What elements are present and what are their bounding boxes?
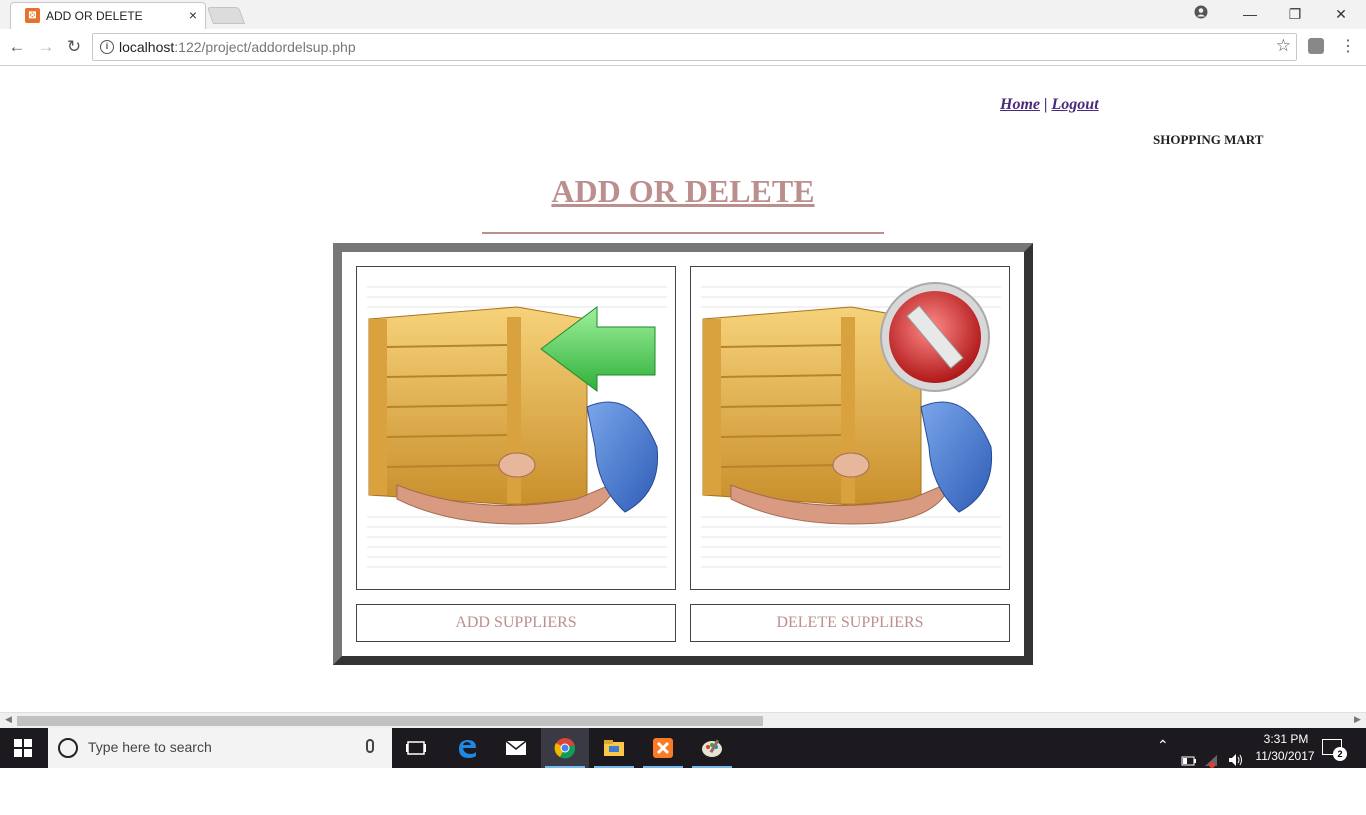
volume-icon[interactable] — [1228, 740, 1244, 780]
add-supplier-card[interactable] — [356, 266, 676, 590]
task-view-icon[interactable] — [392, 728, 440, 768]
close-window-button[interactable]: ✕ — [1330, 4, 1352, 24]
minimize-button[interactable]: — — [1239, 4, 1261, 24]
brand-name: SHOPPING MART — [1153, 132, 1264, 147]
windows-start-icon[interactable] — [14, 739, 32, 757]
back-arrow-icon[interactable]: ← — [6, 36, 28, 58]
xampp-icon[interactable] — [639, 728, 687, 768]
battery-icon[interactable] — [1181, 741, 1197, 781]
notification-count-badge: 2 — [1333, 747, 1347, 761]
clock-time[interactable]: 3:31 PM — [1258, 732, 1314, 746]
supplier-delete-icon — [701, 282, 1001, 568]
new-tab-button[interactable] — [206, 7, 246, 24]
search-placeholder: Type here to search — [88, 739, 212, 755]
microphone-icon[interactable] — [366, 739, 374, 753]
scroll-right-icon[interactable]: ▶ — [1354, 714, 1361, 725]
tab-title: ADD OR DELETE — [46, 9, 143, 23]
cortana-icon — [58, 738, 78, 758]
tab-close-icon[interactable]: × — [189, 7, 197, 23]
mail-icon[interactable] — [492, 728, 540, 768]
file-explorer-icon[interactable] — [590, 728, 638, 768]
paint-icon[interactable] — [688, 728, 736, 768]
reload-icon[interactable]: ↻ — [63, 36, 85, 58]
restore-button[interactable]: ❐ — [1284, 4, 1306, 24]
info-icon[interactable]: i — [100, 40, 114, 54]
taskbar-search[interactable]: Type here to search — [48, 728, 392, 768]
scrollbar-thumb[interactable] — [17, 716, 763, 726]
chrome-menu-icon[interactable]: ⋮ — [1340, 36, 1356, 56]
show-hidden-icons-chevron-icon[interactable]: ⌃ — [1157, 737, 1169, 777]
edge-browser-icon[interactable] — [443, 728, 491, 768]
open-indicator — [643, 766, 683, 768]
horizontal-scrollbar[interactable]: ◀ ▶ — [0, 712, 1366, 728]
profile-icon[interactable] — [1190, 4, 1212, 24]
browser-titlebar: ⊠ ADD OR DELETE × — ❐ ✕ — [0, 0, 1366, 29]
top-nav: Home | Logout — [1000, 96, 1099, 114]
network-icon[interactable] — [1204, 741, 1220, 781]
browser-toolbar: ← → ↻ i localhost:122/project/addordelsu… — [0, 29, 1366, 66]
nav-separator: | — [1044, 96, 1048, 113]
add-suppliers-button[interactable]: ADD SUPPLIERS — [356, 604, 676, 642]
delete-suppliers-button[interactable]: DELETE SUPPLIERS — [690, 604, 1010, 642]
supplier-add-icon — [367, 286, 667, 568]
active-indicator — [545, 766, 585, 768]
page-viewport: Home | Logout SHOPPING MART ADD OR DELET… — [0, 67, 1366, 712]
open-indicator — [594, 766, 634, 768]
clock-date[interactable]: 11/30/2017 — [1250, 749, 1320, 763]
windows-taskbar: Type here to search ⌃ 3:31 PM 11/30/2017… — [0, 728, 1366, 768]
scroll-left-icon[interactable]: ◀ — [5, 714, 12, 725]
xampp-favicon-icon: ⊠ — [25, 8, 40, 23]
address-bar[interactable]: i localhost:122/project/addordelsup.php … — [92, 33, 1297, 61]
logout-link[interactable]: Logout — [1052, 96, 1099, 113]
url-text[interactable]: localhost:122/project/addordelsup.php — [119, 39, 356, 55]
forward-arrow-icon[interactable]: → — [35, 36, 57, 58]
chrome-taskbar-icon[interactable] — [541, 728, 589, 768]
bookmark-star-icon[interactable]: ☆ — [1276, 36, 1291, 56]
extension-icon[interactable] — [1308, 38, 1324, 54]
open-indicator — [692, 766, 732, 768]
page-title: ADD OR DELETE — [551, 173, 815, 209]
action-panel: ADD SUPPLIERS DELETE SUPPLIERS — [333, 243, 1033, 665]
browser-tab[interactable]: ⊠ ADD OR DELETE × — [10, 2, 206, 29]
delete-supplier-card[interactable] — [690, 266, 1010, 590]
home-link[interactable]: Home — [1000, 96, 1040, 113]
title-divider — [482, 232, 884, 234]
